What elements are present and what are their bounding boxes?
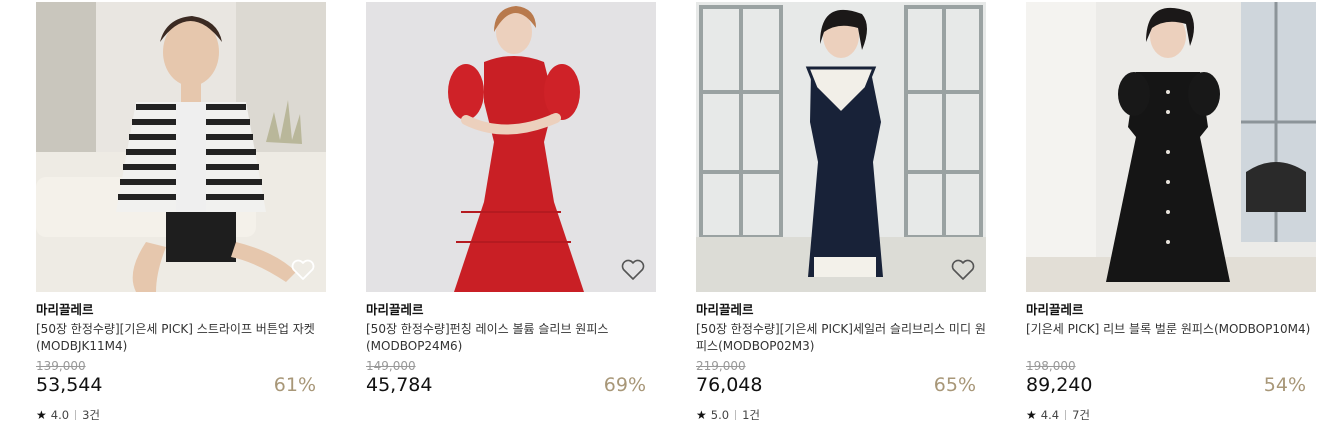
product-card[interactable]: 마리끌레르 [50장 한정수량][기은세 PICK] 스트라이프 버튼업 자켓(…: [36, 2, 326, 423]
review-count: 7건: [1072, 408, 1090, 422]
price-row: 76,048 65%: [696, 373, 986, 397]
original-price: 198,000: [1026, 359, 1076, 373]
divider: [735, 410, 737, 420]
rating-summary: ★ 5.0 1건: [696, 407, 986, 423]
star-icon: ★: [1026, 408, 1037, 422]
product-title[interactable]: [50장 한정수량]펀칭 레이스 볼륨 슬리브 원피스(MODBOP24M6): [366, 321, 656, 355]
product-title[interactable]: [50장 한정수량][기은세 PICK] 스트라이프 버튼업 자켓(MODBJK…: [36, 321, 326, 355]
heart-outline-icon[interactable]: [620, 258, 646, 282]
discount-rate: 61%: [273, 374, 316, 396]
brand-name[interactable]: 마리끌레르: [36, 301, 326, 319]
product-card[interactable]: 마리끌레르 [50장 한정수량][기은세 PICK]세일러 슬리브리스 미디 원…: [696, 2, 986, 423]
product-title[interactable]: [기은세 PICK] 리브 블록 벌룬 원피스(MODBOP10M4): [1026, 321, 1316, 355]
original-price: 149,000: [366, 359, 416, 373]
product-image[interactable]: [366, 2, 656, 292]
product-photo-black-balloon-dress: [1026, 2, 1316, 292]
brand-name[interactable]: 마리끌레르: [696, 301, 986, 319]
product-grid: 마리끌레르 [50장 한정수량][기은세 PICK] 스트라이프 버튼업 자켓(…: [0, 0, 1321, 432]
product-photo-red-dress: [366, 2, 656, 292]
product-card[interactable]: 마리끌레르 [기은세 PICK] 리브 블록 벌룬 원피스(MODBOP10M4…: [1026, 2, 1316, 423]
discount-rate: 69%: [603, 374, 646, 396]
discount-rate: 65%: [933, 374, 976, 396]
rating-summary: ★ 4.4 7건: [1026, 407, 1316, 423]
price-row: 45,784 69%: [366, 373, 656, 397]
star-icon: ★: [696, 408, 707, 422]
divider: [1065, 410, 1067, 420]
product-image[interactable]: [1026, 2, 1316, 292]
product-image[interactable]: [696, 2, 986, 292]
brand-name[interactable]: 마리끌레르: [366, 301, 656, 319]
product-photo-navy-sailor-dress: [696, 2, 986, 292]
review-count: 3건: [82, 408, 100, 422]
price-row: 89,240 54%: [1026, 373, 1316, 397]
original-price: 139,000: [36, 359, 86, 373]
product-image[interactable]: [36, 2, 326, 292]
sale-price: 89,240: [1026, 374, 1093, 396]
star-icon: ★: [36, 408, 47, 422]
sale-price: 53,544: [36, 374, 103, 396]
original-price: 219,000: [696, 359, 746, 373]
rating-score: 4.0: [50, 408, 70, 422]
price-row: 53,544 61%: [36, 373, 326, 397]
sale-price: 45,784: [366, 374, 433, 396]
rating-summary: ★ 4.0 3건: [36, 407, 326, 423]
rating-score: 5.0: [710, 408, 730, 422]
heart-outline-icon[interactable]: [290, 258, 316, 282]
sale-price: 76,048: [696, 374, 763, 396]
product-card[interactable]: 마리끌레르 [50장 한정수량]펀칭 레이스 볼륨 슬리브 원피스(MODBOP…: [366, 2, 656, 397]
brand-name[interactable]: 마리끌레르: [1026, 301, 1316, 319]
product-title[interactable]: [50장 한정수량][기은세 PICK]세일러 슬리브리스 미디 원피스(MOD…: [696, 321, 986, 355]
product-photo-striped-jacket: [36, 2, 326, 292]
discount-rate: 54%: [1263, 374, 1306, 396]
rating-score: 4.4: [1040, 408, 1060, 422]
review-count: 1건: [742, 408, 760, 422]
divider: [75, 410, 77, 420]
heart-outline-icon[interactable]: [950, 258, 976, 282]
